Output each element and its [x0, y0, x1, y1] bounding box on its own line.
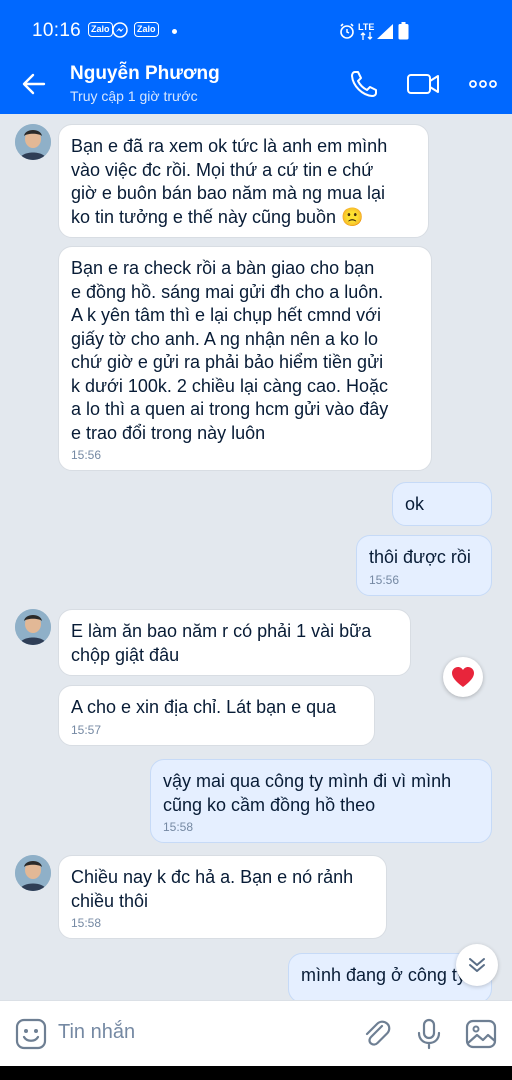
back-arrow-icon[interactable]: [18, 68, 50, 100]
attachment-icon[interactable]: [360, 1017, 394, 1051]
contact-avatar[interactable]: [15, 855, 51, 891]
outgoing-message[interactable]: thôi được rồi 15:56: [356, 535, 492, 596]
contact-last-seen: Truy cập 1 giờ trước: [70, 88, 198, 104]
system-navigation-bar: [0, 1066, 512, 1080]
message-text: mình đang ở công ty: [301, 965, 466, 985]
incoming-message[interactable]: Chiều nay k đc hả a. Bạn e nó rảnh chiều…: [58, 855, 387, 939]
outgoing-message[interactable]: ok: [392, 482, 492, 526]
incoming-message[interactable]: A cho e xin địa chỉ. Lát bạn e qua 15:57: [58, 685, 375, 746]
message-time: 15:58: [71, 916, 102, 930]
message-text: ok: [405, 494, 425, 514]
image-gallery-icon[interactable]: [464, 1017, 498, 1051]
notification-dot: [172, 29, 177, 34]
message-text: A cho e xin địa chỉ. Lát bạn e qua: [71, 697, 337, 717]
message-text: E làm ăn bao năm r có phải 1 vài bữa chộ…: [71, 621, 372, 665]
double-chevron-down-icon: [469, 958, 485, 972]
message-text: thôi được rồi: [369, 547, 471, 567]
phone-call-icon[interactable]: [346, 66, 382, 102]
contact-name[interactable]: Nguyễn Phương: [70, 63, 220, 85]
incoming-message[interactable]: Bạn e đã ra xem ok tức là anh em mình và…: [58, 124, 429, 238]
chat-header: Nguyễn Phương Truy cập 1 giờ trước: [0, 54, 512, 114]
more-options-icon[interactable]: [465, 66, 501, 102]
message-text: vậy mai qua công ty mình đi vì mình cũng…: [163, 771, 452, 815]
message-text: Chiều nay k đc hả a. Bạn e nó rảnh chiều…: [71, 867, 354, 911]
incoming-message[interactable]: E làm ăn bao năm r có phải 1 vài bữa chộ…: [58, 609, 411, 676]
battery-icon: [398, 22, 409, 40]
outgoing-message[interactable]: vậy mai qua công ty mình đi vì mình cũng…: [150, 759, 492, 843]
message-list[interactable]: Bạn e đã ra xem ok tức là anh em mình và…: [0, 114, 512, 1000]
zalo-notification-icon: Zalo: [88, 22, 113, 37]
message-text: Bạn e đã ra xem ok tức là anh em mình và…: [71, 136, 388, 227]
data-arrows-icon: [360, 32, 373, 40]
heart-reaction-icon[interactable]: [443, 657, 483, 697]
messenger-icon: [112, 22, 128, 38]
zalo-notification-icon-2: Zalo: [134, 22, 159, 37]
message-time: 15:56: [369, 572, 400, 587]
sticker-emoji-icon[interactable]: [14, 1017, 48, 1051]
signal-icon: [377, 24, 393, 39]
contact-avatar[interactable]: [15, 124, 51, 160]
scroll-to-bottom-button[interactable]: [456, 944, 498, 986]
status-time: 10:16: [32, 20, 82, 41]
message-time: 15:57: [71, 722, 102, 737]
incoming-message[interactable]: Bạn e ra check rồi a bàn giao cho bạn e …: [58, 246, 432, 471]
microphone-icon[interactable]: [412, 1017, 446, 1051]
message-time: 15:56: [71, 448, 102, 462]
message-input[interactable]: Tin nhắn: [58, 1021, 135, 1044]
alarm-icon: [340, 23, 354, 39]
message-text: Bạn e ra check rồi a bàn giao cho bạn e …: [71, 258, 389, 443]
video-call-icon[interactable]: [405, 66, 441, 102]
message-time: 15:58: [163, 820, 194, 834]
contact-avatar[interactable]: [15, 609, 51, 645]
status-bar: 10:16 Zalo Zalo LTE: [0, 0, 512, 54]
message-composer: Tin nhắn: [0, 1000, 512, 1066]
